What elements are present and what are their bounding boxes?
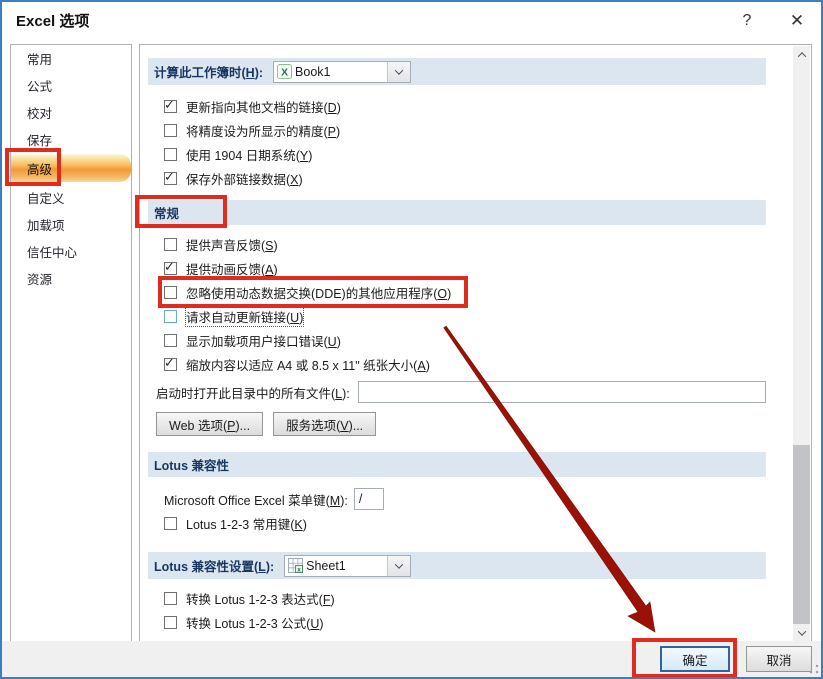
help-icon[interactable]: ? — [734, 8, 760, 34]
checkbox-ignore-dde[interactable] — [164, 286, 177, 299]
sidebar-item-save[interactable]: 保存 — [11, 126, 131, 153]
checkbox-row-lotus-keys: Lotus 1-2-3 常用键(K) — [164, 511, 766, 535]
lotus-settings-combo[interactable]: x Sheet1 — [284, 555, 411, 577]
close-icon[interactable]: ✕ — [784, 8, 810, 34]
lotus-settings-row: Lotus 兼容性设置(L): x Sheet1 — [148, 552, 766, 579]
calc-workbook-row: 计算此工作簿时(H): X Book1 — [148, 58, 766, 85]
menu-key-input[interactable] — [354, 488, 384, 510]
options-buttons-row: Web 选项(P)... 服务选项(V)... — [156, 412, 766, 436]
startup-files-row: 启动时打开此目录中的所有文件(L): — [156, 380, 766, 404]
sidebar-item-popular[interactable]: 常用 — [11, 45, 131, 72]
annotation-box-general — [135, 195, 227, 228]
checkbox-sound-feedback[interactable] — [164, 238, 177, 251]
resize-grip[interactable] — [809, 664, 819, 674]
web-options-button[interactable]: Web 选项(P)... — [156, 412, 263, 436]
checkbox-row-1904: 使用 1904 日期系统(Y) — [164, 142, 766, 166]
checkbox-row-transition-expr: 转换 Lotus 1-2-3 表达式(F) — [164, 586, 766, 610]
workbook-combo-value: Book1 — [292, 65, 387, 79]
combo-dropdown-button[interactable] — [387, 556, 410, 576]
checkbox-row-transition-formula: 转换 Lotus 1-2-3 公式(U) — [164, 610, 766, 634]
menu-key-row: Microsoft Office Excel 菜单键(M): — [164, 487, 766, 511]
checkbox-row-ignore-dde: 忽略使用动态数据交换(DDE)的其他应用程序(O) — [164, 280, 766, 304]
dialog-footer: 确定 取消 — [2, 641, 821, 677]
excel-workbook-icon: X — [274, 64, 292, 79]
chevron-up-icon — [797, 52, 805, 60]
options-content-pane: 计算此工作簿时(H): X Book1 更新指向其他文档的链接(D) 将精度设为… — [139, 44, 812, 643]
chevron-down-icon — [395, 66, 403, 74]
combo-dropdown-button[interactable] — [387, 62, 410, 82]
checkbox-precision-as-displayed[interactable] — [164, 124, 177, 137]
dialog-title: Excel 选项 — [16, 10, 89, 31]
chevron-down-icon — [395, 560, 403, 568]
checkbox-update-links[interactable] — [164, 100, 177, 113]
lotus-settings-combo-value: Sheet1 — [303, 559, 387, 573]
checkbox-row-addin-ui-errors: 显示加载项用户接口错误(U) — [164, 328, 766, 352]
service-options-button[interactable]: 服务选项(V)... — [273, 412, 376, 436]
scroll-down-button[interactable] — [793, 624, 810, 641]
sidebar-item-customize[interactable]: 自定义 — [11, 184, 131, 211]
checkbox-row-sound: 提供声音反馈(S) — [164, 232, 766, 256]
sidebar-item-resources[interactable]: 资源 — [11, 265, 131, 292]
sidebar-item-addins[interactable]: 加载项 — [11, 211, 131, 238]
checkbox-row-scale-a4: 缩放内容以适应 A4 或 8.5 x 11" 纸张大小(A) — [164, 352, 766, 376]
checkbox-row-update-links: 更新指向其他文档的链接(D) — [164, 94, 766, 118]
sidebar-item-trust-center[interactable]: 信任中心 — [11, 238, 131, 265]
checkbox-lotus-transition-keys[interactable] — [164, 517, 177, 530]
lotus-section-header: Lotus 兼容性 — [148, 452, 766, 477]
excel-options-dialog: Excel 选项 ? ✕ 常用 公式 校对 保存 高级 自定义 加载项 信任中心… — [0, 0, 823, 679]
checkbox-row-animation: 提供动画反馈(A) — [164, 256, 766, 280]
checkbox-scale-a4[interactable] — [164, 358, 177, 371]
checkbox-addin-ui-errors[interactable] — [164, 334, 177, 347]
checkbox-row-save-external: 保存外部链接数据(X) — [164, 166, 766, 190]
cancel-button[interactable]: 取消 — [746, 646, 812, 672]
titlebar: Excel 选项 ? ✕ — [2, 2, 821, 42]
svg-text:X: X — [281, 68, 288, 79]
checkbox-transition-formula-evaluation[interactable] — [164, 616, 177, 629]
sidebar-item-advanced[interactable]: 高级 — [11, 154, 131, 182]
checkbox-row-precision: 将精度设为所显示的精度(P) — [164, 118, 766, 142]
sidebar-item-formulas[interactable]: 公式 — [11, 72, 131, 99]
excel-sheet-icon: x — [285, 558, 303, 573]
checkbox-row-auto-update-links: 请求自动更新链接(U) — [164, 304, 766, 328]
menu-key-label: Microsoft Office Excel 菜单键(M): — [164, 490, 348, 509]
checkbox-request-auto-update-links[interactable] — [164, 310, 177, 323]
startup-files-label: 启动时打开此目录中的所有文件(L): — [156, 383, 350, 402]
scrollbar-thumb[interactable] — [793, 445, 810, 625]
checkbox-save-external-link-data[interactable] — [164, 172, 177, 185]
ok-button[interactable]: 确定 — [660, 646, 730, 672]
lotus-settings-label: Lotus 兼容性设置(L): — [154, 556, 274, 575]
checkbox-transition-formula-entry[interactable] — [164, 592, 177, 605]
sidebar-item-proofing[interactable]: 校对 — [11, 99, 131, 126]
chevron-down-icon — [797, 627, 805, 635]
vertical-scrollbar[interactable] — [793, 46, 810, 641]
calc-workbook-label: 计算此工作簿时(H): — [154, 62, 263, 81]
checkbox-1904-date-system[interactable] — [164, 148, 177, 161]
workbook-combo[interactable]: X Book1 — [273, 61, 411, 83]
general-section-header: 常规 — [148, 200, 766, 225]
startup-files-input[interactable] — [358, 381, 766, 403]
sidebar-nav: 常用 公式 校对 保存 高级 自定义 加载项 信任中心 资源 — [10, 44, 132, 643]
scroll-up-button[interactable] — [793, 46, 810, 63]
checkbox-animation-feedback[interactable] — [164, 262, 177, 275]
